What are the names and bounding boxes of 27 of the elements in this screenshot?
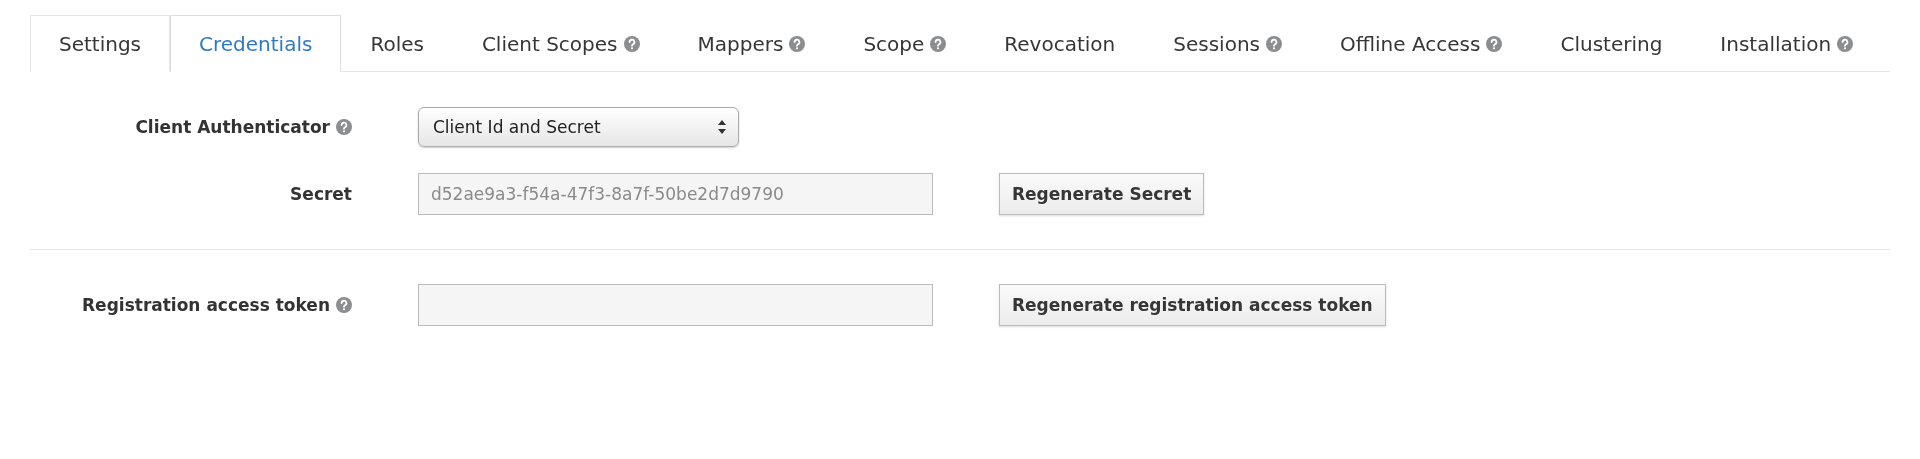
help-icon[interactable] xyxy=(789,36,806,52)
help-icon[interactable] xyxy=(1837,36,1854,52)
field-label: Client Authenticator xyxy=(135,117,330,137)
tab[interactable]: Mappers xyxy=(668,15,835,72)
regenerate-button[interactable]: Regenerate Secret xyxy=(999,173,1205,215)
tab[interactable]: Client Scopes xyxy=(452,15,669,72)
tab[interactable]: Scope xyxy=(834,15,976,72)
authenticator-dropdown[interactable]: Client Id and Secret xyxy=(418,107,739,147)
tab[interactable]: Revocation xyxy=(975,15,1145,72)
input-field[interactable] xyxy=(418,284,933,326)
help-icon[interactable] xyxy=(336,297,352,313)
help-icon[interactable] xyxy=(623,36,640,52)
sort-caret-icon xyxy=(718,120,726,134)
help-icon[interactable] xyxy=(336,119,352,135)
help-icon[interactable] xyxy=(1266,36,1282,52)
tab[interactable]: Offline Access xyxy=(1311,15,1532,72)
field-label: Registration access token xyxy=(82,295,330,315)
tab[interactable]: Roles xyxy=(341,15,453,72)
help-icon[interactable] xyxy=(1486,36,1503,52)
tab[interactable]: Credentials xyxy=(170,15,342,72)
regenerate-button[interactable]: Regenerate registration access token xyxy=(999,284,1386,326)
tab[interactable]: Settings xyxy=(30,15,171,72)
field-label: Secret xyxy=(290,184,352,204)
tab[interactable]: Sessions xyxy=(1144,15,1311,72)
help-icon[interactable] xyxy=(930,36,947,52)
tab[interactable]: Clustering xyxy=(1531,15,1692,72)
tab[interactable]: Installation xyxy=(1691,15,1883,72)
